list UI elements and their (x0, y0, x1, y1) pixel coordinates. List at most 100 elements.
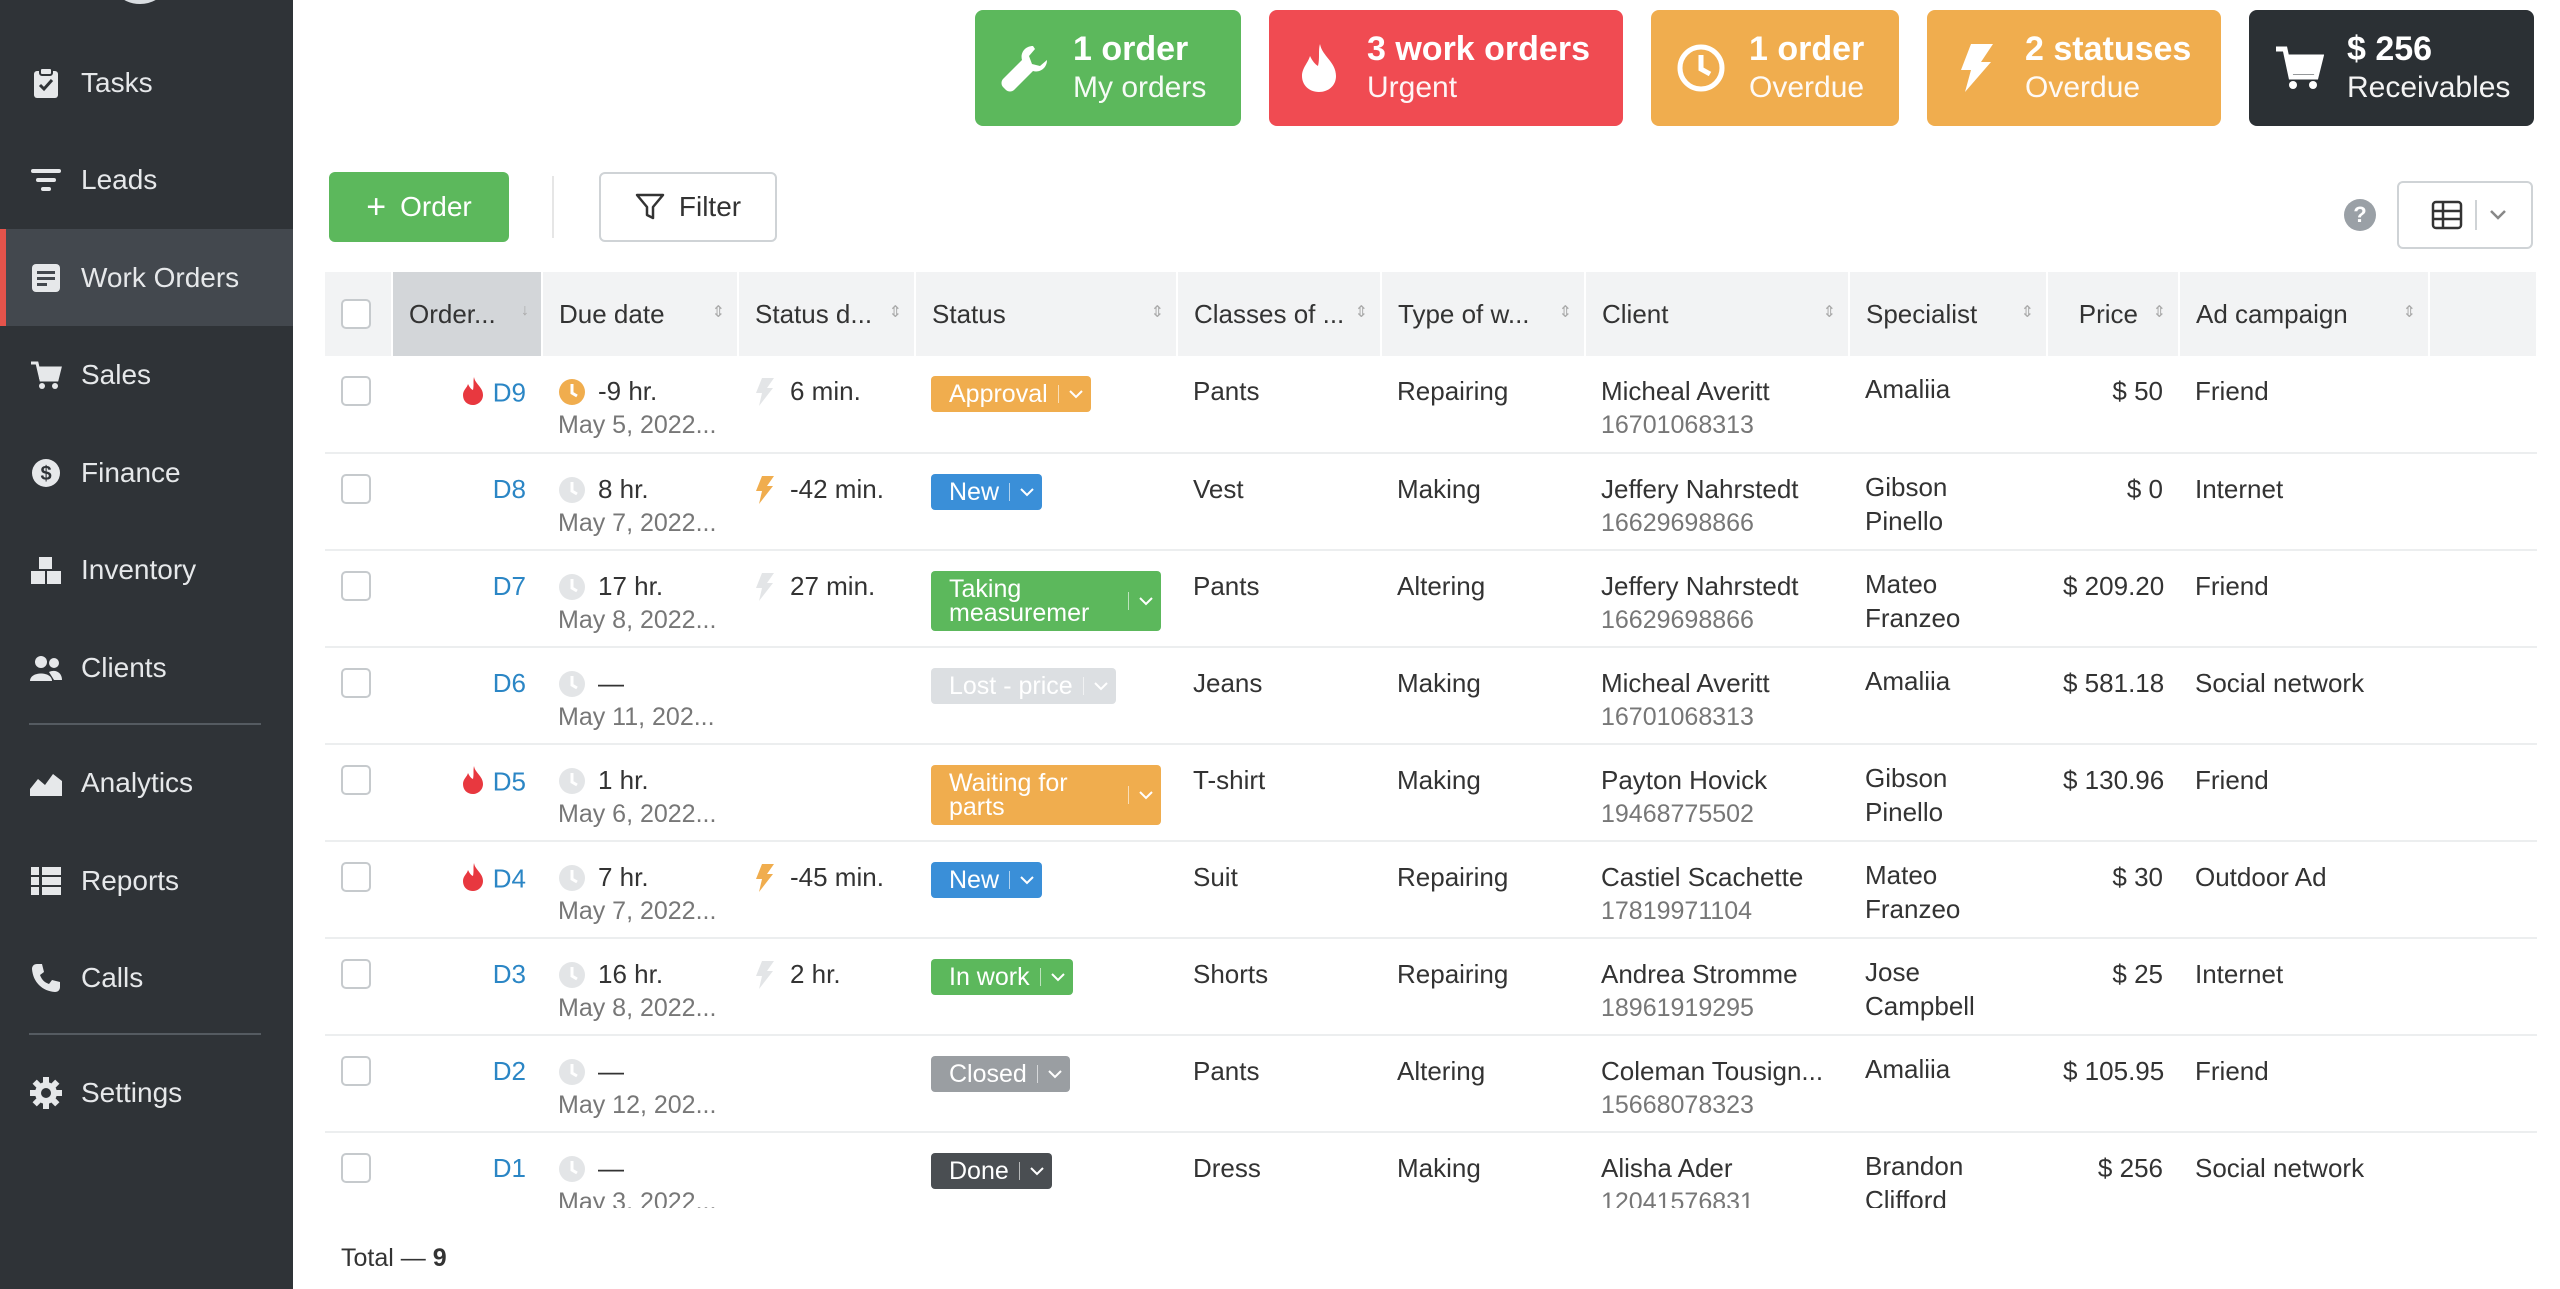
sidebar-item-tasks[interactable]: Tasks (0, 34, 293, 131)
status-dropdown[interactable]: Closed (931, 1056, 1070, 1092)
class-cell: Pants (1177, 356, 1381, 454)
order-id-link[interactable]: D6 (493, 668, 526, 698)
sidebar-item-label: Leads (81, 163, 158, 195)
client-name[interactable]: Coleman Tousign... (1601, 1056, 1833, 1087)
client-name[interactable]: Andrea Stromme (1601, 959, 1833, 990)
column-header-due-date[interactable]: Due date ⇕ (542, 272, 739, 356)
column-header-label: Classes of ... (1194, 298, 1345, 329)
row-checkbox[interactable] (341, 959, 371, 989)
column-header-ad-campaign[interactable]: Ad campaign ⇕ (2179, 272, 2430, 356)
filter-button[interactable]: Filter (599, 172, 777, 242)
column-header-extra (2429, 272, 2538, 356)
order-id-link[interactable]: D8 (493, 474, 526, 504)
status-dropdown[interactable]: New (931, 474, 1043, 510)
due-date-cell: — May 11, 202... (542, 647, 738, 745)
table-row[interactable]: D6 — May 11, 202... Lost - price Jeans Making… (325, 647, 2537, 745)
table-row[interactable]: D5 1 hr. May 6, 2022... Waiting for parts T-… (325, 744, 2537, 842)
order-id-link[interactable]: D3 (493, 959, 526, 989)
status-dropdown[interactable]: New (931, 862, 1043, 898)
card-title: 2 statuses (2025, 30, 2192, 68)
client-name[interactable]: Jeffery Nahrstedt (1601, 571, 1833, 602)
order-id-cell: D4 (392, 841, 542, 939)
client-name[interactable]: Alisha Ader (1601, 1153, 1833, 1184)
client-name[interactable]: Jeffery Nahrstedt (1601, 474, 1833, 505)
class-cell: Shorts (1177, 938, 1381, 1036)
table-row[interactable]: D2— May 12, 202... Closed Pants Altering Cole… (325, 1035, 2537, 1133)
sidebar-item-finance[interactable]: $ Finance (0, 424, 293, 521)
table-row[interactable]: D3 16 hr. May 8, 2022... 2 hr. In work Shorts… (325, 938, 2537, 1036)
overdue-statuses-card[interactable]: 2 statuses Overdue (1927, 10, 2221, 126)
column-header-price[interactable]: Price ⇕ (2047, 272, 2180, 356)
row-checkbox[interactable] (341, 571, 371, 601)
column-header-status[interactable]: Status ⇕ (915, 272, 1178, 356)
table-row[interactable]: D7 17 hr. May 8, 2022... 27 min. Taking meas… (325, 550, 2537, 648)
receivables-card[interactable]: $ 256 Receivables (2249, 10, 2534, 126)
row-checkbox[interactable] (341, 474, 371, 504)
row-checkbox[interactable] (341, 1056, 371, 1086)
client-name[interactable]: Micheal Averitt (1601, 376, 1833, 407)
order-id-link[interactable]: D9 (493, 377, 526, 407)
client-name[interactable]: Payton Hovick (1601, 765, 1833, 796)
column-header-classes[interactable]: Classes of ... ⇕ (1177, 272, 1382, 356)
sidebar-item-work-orders[interactable]: Work Orders (0, 229, 293, 326)
due-date: May 12, 202... (558, 1091, 717, 1119)
row-checkbox[interactable] (341, 1153, 371, 1183)
status-dropdown[interactable]: Lost - price (931, 668, 1116, 704)
sort-icon: ⇕ (1354, 304, 1368, 321)
client-name[interactable]: Castiel Scachette (1601, 862, 1833, 893)
client-name[interactable]: Micheal Averitt (1601, 668, 1833, 699)
avatar[interactable] (108, 0, 172, 4)
sidebar-item-label: Clients (81, 651, 167, 683)
status-duration-cell (738, 647, 915, 745)
add-order-button[interactable]: + Order (329, 172, 509, 242)
order-id-link[interactable]: D1 (493, 1153, 526, 1183)
price-cell: $ 25 (2047, 938, 2179, 1036)
sidebar-item-analytics[interactable]: Analytics (0, 734, 293, 831)
sidebar-item-settings[interactable]: Settings (0, 1044, 293, 1141)
column-header-specialist[interactable]: Specialist ⇕ (1849, 272, 2048, 356)
column-header-order[interactable]: Order... ↓ (392, 272, 543, 356)
bolt-icon (756, 377, 774, 406)
column-header-type-of-work[interactable]: Type of w... ⇕ (1381, 272, 1586, 356)
status-dropdown[interactable]: In work (931, 959, 1073, 995)
sidebar-item-sales[interactable]: Sales (0, 326, 293, 423)
row-checkbox[interactable] (341, 862, 371, 892)
sidebar-item-reports[interactable]: Reports (0, 832, 293, 929)
order-id-link[interactable]: D4 (493, 863, 526, 893)
my-orders-card[interactable]: 1 order My orders (975, 10, 1241, 126)
specialist-cell: Mateo Franzeo (1849, 841, 2047, 939)
urgent-orders-card[interactable]: 3 work orders Urgent (1269, 10, 1623, 126)
order-id-link[interactable]: D7 (493, 571, 526, 601)
table-row[interactable]: D4 7 hr. May 7, 2022... -45 min. New Suit Repa… (325, 841, 2537, 939)
table-row[interactable]: D9 -9 hr. May 5, 2022... 6 min. Approval Pant… (325, 356, 2537, 454)
help-icon[interactable]: ? (2344, 199, 2376, 231)
sidebar-item-calls[interactable]: Calls (0, 929, 293, 1026)
price-cell: $ 130.96 (2047, 744, 2179, 842)
select-all-checkbox[interactable] (341, 299, 371, 329)
status-dropdown[interactable]: Waiting for parts (931, 765, 1161, 825)
sidebar-item-leads[interactable]: Leads (0, 131, 293, 228)
status-duration-cell: 6 min. (738, 356, 915, 454)
row-checkbox[interactable] (341, 668, 371, 698)
column-header-client[interactable]: Client ⇕ (1585, 272, 1850, 356)
ad-campaign-cell: Internet (2179, 938, 2429, 1036)
column-header-status-duration[interactable]: Status d... ⇕ (738, 272, 916, 356)
sidebar-item-inventory[interactable]: Inventory (0, 521, 293, 618)
order-id-link[interactable]: D5 (493, 766, 526, 796)
table-row[interactable]: D8 8 hr. May 7, 2022... -42 min. New Vest Maki… (325, 453, 2537, 551)
status-dropdown[interactable]: Approval (931, 376, 1091, 412)
sidebar-item-clients[interactable]: Clients (0, 619, 293, 716)
status-dropdown[interactable]: Done (931, 1153, 1052, 1189)
order-id-link[interactable]: D2 (493, 1056, 526, 1086)
specialist-cell: Gibson Pinello (1849, 744, 2047, 842)
status-dropdown[interactable]: Taking measuremer (931, 571, 1161, 631)
sort-icon: ⇕ (1150, 304, 1164, 321)
view-toggle[interactable] (2397, 181, 2533, 249)
status-duration-cell: 2 hr. (738, 938, 915, 1036)
table-header-row: Order... ↓ Due date ⇕ Status d... ⇕ Status ⇕… (325, 272, 2538, 356)
overdue-orders-card[interactable]: 1 order Overdue (1651, 10, 1899, 126)
row-checkbox[interactable] (341, 765, 371, 795)
sidebar: Tasks Leads Work Orders Sales $ Finance … (0, 0, 293, 1289)
row-checkbox[interactable] (341, 376, 371, 406)
table-row[interactable]: D1— May 3, 2022... Done Dress Making Alisha A… (325, 1132, 2537, 1208)
